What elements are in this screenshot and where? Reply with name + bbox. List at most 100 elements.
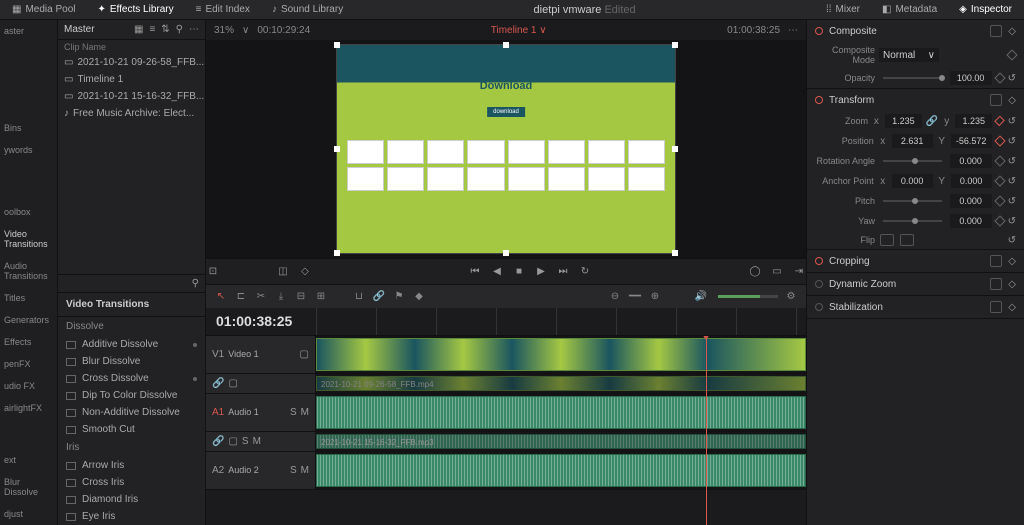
- video-clip-label[interactable]: 2021-10-21 09-26-58_FFB.mp4: [316, 376, 806, 391]
- playhead[interactable]: [706, 336, 707, 525]
- resize-handle[interactable]: [503, 42, 509, 48]
- video-clip[interactable]: [316, 338, 806, 371]
- loop-button[interactable]: ↻: [578, 264, 592, 278]
- anchor-x-value[interactable]: 0.000: [892, 174, 933, 188]
- snap-tool[interactable]: ⊔: [352, 289, 366, 303]
- keyframe-button[interactable]: [994, 215, 1005, 226]
- openfx-label[interactable]: penFX: [0, 353, 57, 375]
- enable-toggle[interactable]: [815, 96, 823, 104]
- blurdissolve-label[interactable]: Blur Dissolve: [0, 471, 57, 503]
- keyframe-icon[interactable]: ◇: [1008, 26, 1016, 37]
- zoom-slider[interactable]: ━━: [628, 289, 642, 303]
- resize-handle[interactable]: [334, 250, 340, 256]
- titles-label[interactable]: Titles: [0, 287, 57, 309]
- pitch-slider[interactable]: [883, 200, 942, 202]
- track-header[interactable]: A1 Audio 1 S M: [206, 394, 316, 431]
- clip-item[interactable]: ▭2021-10-21 15-16-32_FFB...: [58, 88, 205, 105]
- cropping-section[interactable]: Cropping: [829, 256, 984, 267]
- viewer-timecode[interactable]: 01:00:38:25: [727, 25, 780, 36]
- insert-tool[interactable]: ⤓: [274, 289, 288, 303]
- fairlightfx-label[interactable]: airlightFX: [0, 397, 57, 419]
- flag-tool[interactable]: ⚑: [392, 289, 406, 303]
- effects-library-tab[interactable]: ✦Effects Library: [91, 2, 179, 17]
- transition-category[interactable]: Iris: [58, 438, 205, 457]
- toolbox-label[interactable]: oolbox: [0, 201, 57, 223]
- track-header[interactable]: A2 Audio 2 SM: [206, 452, 316, 489]
- more-icon[interactable]: ⋯: [189, 24, 199, 35]
- rotation-value[interactable]: 0.000: [950, 154, 992, 168]
- rotation-slider[interactable]: [883, 160, 942, 162]
- enable-toggle[interactable]: [815, 280, 823, 288]
- link-tool[interactable]: 🔗: [372, 289, 386, 303]
- resize-handle[interactable]: [672, 250, 678, 256]
- adjust-label[interactable]: djust: [0, 503, 57, 525]
- audio-clip-label[interactable]: 2021-10-21 15-16-32_FFB.mp3: [316, 434, 806, 449]
- transition-item[interactable]: Additive Dissolve: [58, 336, 205, 353]
- viewer-canvas[interactable]: Download download: [206, 40, 806, 258]
- smart-bins-label[interactable]: Bins: [0, 117, 57, 139]
- reset-icon[interactable]: [990, 25, 1002, 37]
- trim-tool[interactable]: ⊏: [234, 289, 248, 303]
- match-frame-icon[interactable]: ◯: [748, 264, 762, 278]
- enable-toggle[interactable]: [815, 257, 823, 265]
- timeline-ruler[interactable]: 01:00:38:25: [206, 308, 806, 336]
- transform-icon[interactable]: ⊡: [206, 264, 220, 278]
- bin-name[interactable]: Master: [64, 24, 95, 35]
- pitch-value[interactable]: 0.000: [950, 194, 992, 208]
- clip-item[interactable]: ▭Timeline 1: [58, 71, 205, 88]
- selection-tool[interactable]: ↖: [214, 289, 228, 303]
- keyframe-button[interactable]: [1006, 49, 1017, 60]
- flip-h-button[interactable]: [880, 234, 894, 246]
- thumbnail-view-icon[interactable]: ▦: [134, 24, 143, 35]
- transition-item[interactable]: Cross Dissolve: [58, 370, 205, 387]
- keyframe-button[interactable]: [994, 155, 1005, 166]
- search-icon[interactable]: ⚲: [176, 24, 183, 35]
- clip-item[interactable]: ▭2021-10-21 09-26-58_FFB...: [58, 54, 205, 71]
- marker-tool[interactable]: ◆: [412, 289, 426, 303]
- mute-icon[interactable]: ▢: [228, 378, 237, 389]
- transition-item[interactable]: Non-Additive Dissolve: [58, 404, 205, 421]
- zoom-in-icon[interactable]: ⊕: [648, 289, 662, 303]
- zoom-level[interactable]: 31%: [214, 25, 234, 36]
- edit-index-tab[interactable]: ≡Edit Index: [190, 2, 256, 17]
- search-icon[interactable]: ⚲: [192, 278, 199, 289]
- transition-item[interactable]: Cross Iris: [58, 474, 205, 491]
- opacity-slider[interactable]: [883, 77, 942, 79]
- blade-tool[interactable]: ✂: [254, 289, 268, 303]
- transition-item[interactable]: Diamond Iris: [58, 491, 205, 508]
- composite-section[interactable]: Composite: [829, 26, 984, 37]
- next-edit-icon[interactable]: ⇥: [792, 264, 806, 278]
- link-icon[interactable]: 🔗: [926, 116, 938, 127]
- audio-clip[interactable]: [316, 454, 806, 487]
- last-frame-button[interactable]: ⏭: [556, 264, 570, 278]
- zoom-x-value[interactable]: 1.235: [885, 114, 922, 128]
- enable-toggle[interactable]: [815, 303, 823, 311]
- keywords-label[interactable]: ywords: [0, 139, 57, 161]
- keyframe-button[interactable]: [994, 135, 1005, 146]
- track-header[interactable]: 🔗▢: [206, 374, 316, 393]
- timeline-selector[interactable]: Timeline 1: [491, 25, 537, 36]
- yaw-slider[interactable]: [883, 220, 942, 222]
- track-header[interactable]: V1 Video 1 ▢: [206, 336, 316, 373]
- reset-icon[interactable]: [990, 94, 1002, 106]
- effects-label[interactable]: Effects: [0, 331, 57, 353]
- opacity-value[interactable]: 100.00: [950, 71, 992, 85]
- solo-icon[interactable]: S: [290, 407, 297, 418]
- resize-handle[interactable]: [672, 146, 678, 152]
- metadata-tab[interactable]: ◧Metadata: [876, 2, 943, 17]
- audio-clip[interactable]: [316, 396, 806, 429]
- audiotrans-label[interactable]: Audio Transitions: [0, 255, 57, 287]
- reverse-button[interactable]: ◀: [490, 264, 504, 278]
- videotrans-label[interactable]: Video Transitions: [0, 223, 57, 255]
- anchor-y-value[interactable]: 0.000: [951, 174, 992, 188]
- transition-item[interactable]: Smooth Cut: [58, 421, 205, 438]
- enable-toggle[interactable]: [815, 27, 823, 35]
- volume-icon[interactable]: 🔊: [694, 289, 708, 303]
- link-icon[interactable]: 🔗: [212, 436, 224, 447]
- keyframe-button[interactable]: [995, 116, 1006, 127]
- keyframe-button[interactable]: [994, 195, 1005, 206]
- transform-section[interactable]: Transform: [829, 95, 984, 106]
- track-header[interactable]: 🔗▢SM: [206, 432, 316, 451]
- transition-item[interactable]: Dip To Color Dissolve: [58, 387, 205, 404]
- overwrite-tool[interactable]: ⊟: [294, 289, 308, 303]
